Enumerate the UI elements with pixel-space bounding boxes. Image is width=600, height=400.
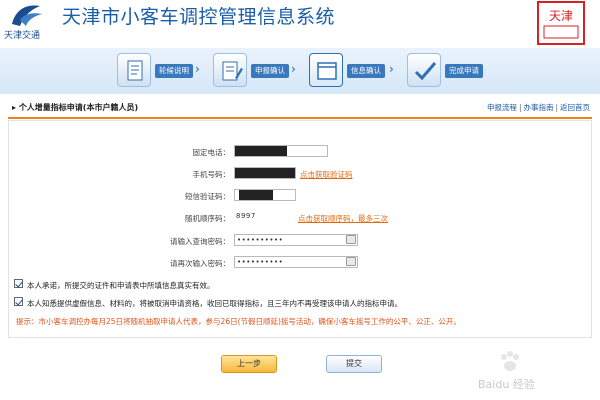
step-progress-bar: 轮候说明 › 申报确认 › 信息确认 › 完成申请 bbox=[0, 48, 600, 94]
watermark: Baidu 经验 bbox=[478, 378, 535, 391]
seal-stamp-icon: 天津 bbox=[537, 1, 585, 45]
step-4-label: 完成申请 bbox=[445, 64, 483, 78]
section-divider bbox=[8, 117, 592, 119]
commitment-check-row: 本人承诺，所提交的证件和申请表中所填信息真实有效。 bbox=[14, 278, 590, 292]
query-password-label: 请输入查询密码： bbox=[170, 237, 230, 246]
submit-button[interactable]: 提交 bbox=[326, 355, 382, 373]
section-links: 申报流程 | 办事指南 | 返回首页 bbox=[486, 103, 590, 112]
mobile-label: 手机号码： bbox=[192, 170, 231, 179]
chevron-right-icon: › bbox=[195, 62, 200, 76]
get-random-code-link[interactable]: 点击获取顺序码，最多三次 bbox=[298, 213, 388, 224]
commitment-text: 本人承诺，所提交的证件和申请表中所填信息真实有效。 bbox=[27, 281, 215, 290]
link-home[interactable]: 返回首页 bbox=[560, 103, 590, 112]
hint-text: 提示：市小客车调控办每月25日将随机抽取申请人代表，参与26日(节假日顺延)摇号… bbox=[16, 317, 461, 326]
commitment-checkbox[interactable] bbox=[14, 279, 23, 288]
link-guide[interactable]: 办事指南 bbox=[523, 103, 553, 112]
sms-code-row: 短信验证码： bbox=[0, 189, 600, 203]
query-password-input[interactable]: •••••••••• bbox=[234, 234, 358, 246]
confirm-password-label: 请再次输入密码： bbox=[170, 259, 230, 268]
redacted-value bbox=[235, 168, 295, 178]
acknowledgement-checkbox[interactable] bbox=[14, 297, 23, 306]
phone-row: 固定电话： bbox=[0, 145, 600, 159]
redacted-value bbox=[239, 190, 273, 200]
window-icon bbox=[309, 53, 343, 87]
mobile-input[interactable] bbox=[234, 167, 296, 179]
header: 天津交通 天津市小客车调控管理信息系统 天津 bbox=[0, 0, 600, 48]
system-title: 天津市小客车调控管理信息系统 bbox=[62, 6, 336, 28]
password-dots: •••••••••• bbox=[237, 258, 284, 266]
keyboard-icon[interactable] bbox=[346, 235, 356, 244]
random-code-label: 随机顺序码： bbox=[185, 214, 230, 223]
password-dots: •••••••••• bbox=[237, 236, 284, 244]
sms-code-input[interactable] bbox=[234, 189, 296, 201]
keyboard-icon[interactable] bbox=[346, 257, 356, 266]
svg-text:天津: 天津 bbox=[549, 9, 573, 23]
section-title-text: 个人增量指标申请(本市户籍人员) bbox=[18, 103, 139, 112]
checkmark-icon bbox=[407, 53, 441, 87]
mobile-row: 手机号码： 点击获取验证码 bbox=[0, 167, 600, 181]
baidu-paw-icon bbox=[501, 351, 519, 371]
get-verification-code-link[interactable]: 点击获取验证码 bbox=[300, 169, 353, 180]
sms-code-label: 短信验证码： bbox=[185, 192, 230, 201]
step-2-label: 申报确认 bbox=[251, 64, 289, 78]
random-code-row: 随机顺序码： 8997 点击获取顺序码，最多三次 bbox=[0, 211, 600, 225]
confirm-password-row: 请再次输入密码： •••••••••• bbox=[0, 256, 600, 270]
previous-step-button[interactable]: 上一步 bbox=[221, 355, 277, 373]
chevron-right-icon: › bbox=[389, 62, 394, 76]
document-icon bbox=[117, 53, 151, 87]
phone-input[interactable] bbox=[234, 145, 328, 157]
chevron-right-icon: › bbox=[291, 62, 296, 76]
section-title: ▸ 个人增量指标申请(本市户籍人员) bbox=[12, 103, 139, 112]
section-header: ▸ 个人增量指标申请(本市户籍人员) 申报流程 | 办事指南 | 返回首页 bbox=[8, 98, 592, 116]
tianjin-transport-logo-icon bbox=[12, 5, 42, 26]
random-code-value: 8997 bbox=[236, 212, 256, 220]
acknowledgement-text: 本人知悉提供虚假信息、材料的，将被取消申请资格，收回已取得指标，且三年内不再受理… bbox=[27, 299, 402, 308]
redacted-value bbox=[235, 146, 287, 156]
confirm-password-input[interactable]: •••••••••• bbox=[234, 256, 358, 268]
phone-label: 固定电话： bbox=[192, 148, 231, 157]
query-password-row: 请输入查询密码： •••••••••• bbox=[0, 234, 600, 248]
acknowledgement-check-row: 本人知悉提供虚假信息、材料的，将被取消申请资格，收回已取得指标，且三年内不再受理… bbox=[14, 296, 590, 310]
edit-form-icon bbox=[213, 53, 247, 87]
step-1-label: 轮候说明 bbox=[155, 64, 193, 78]
logo-text: 天津交通 bbox=[4, 31, 41, 41]
step-3-label: 信息确认 bbox=[347, 64, 385, 78]
link-apply-process[interactable]: 申报流程 bbox=[487, 103, 517, 112]
